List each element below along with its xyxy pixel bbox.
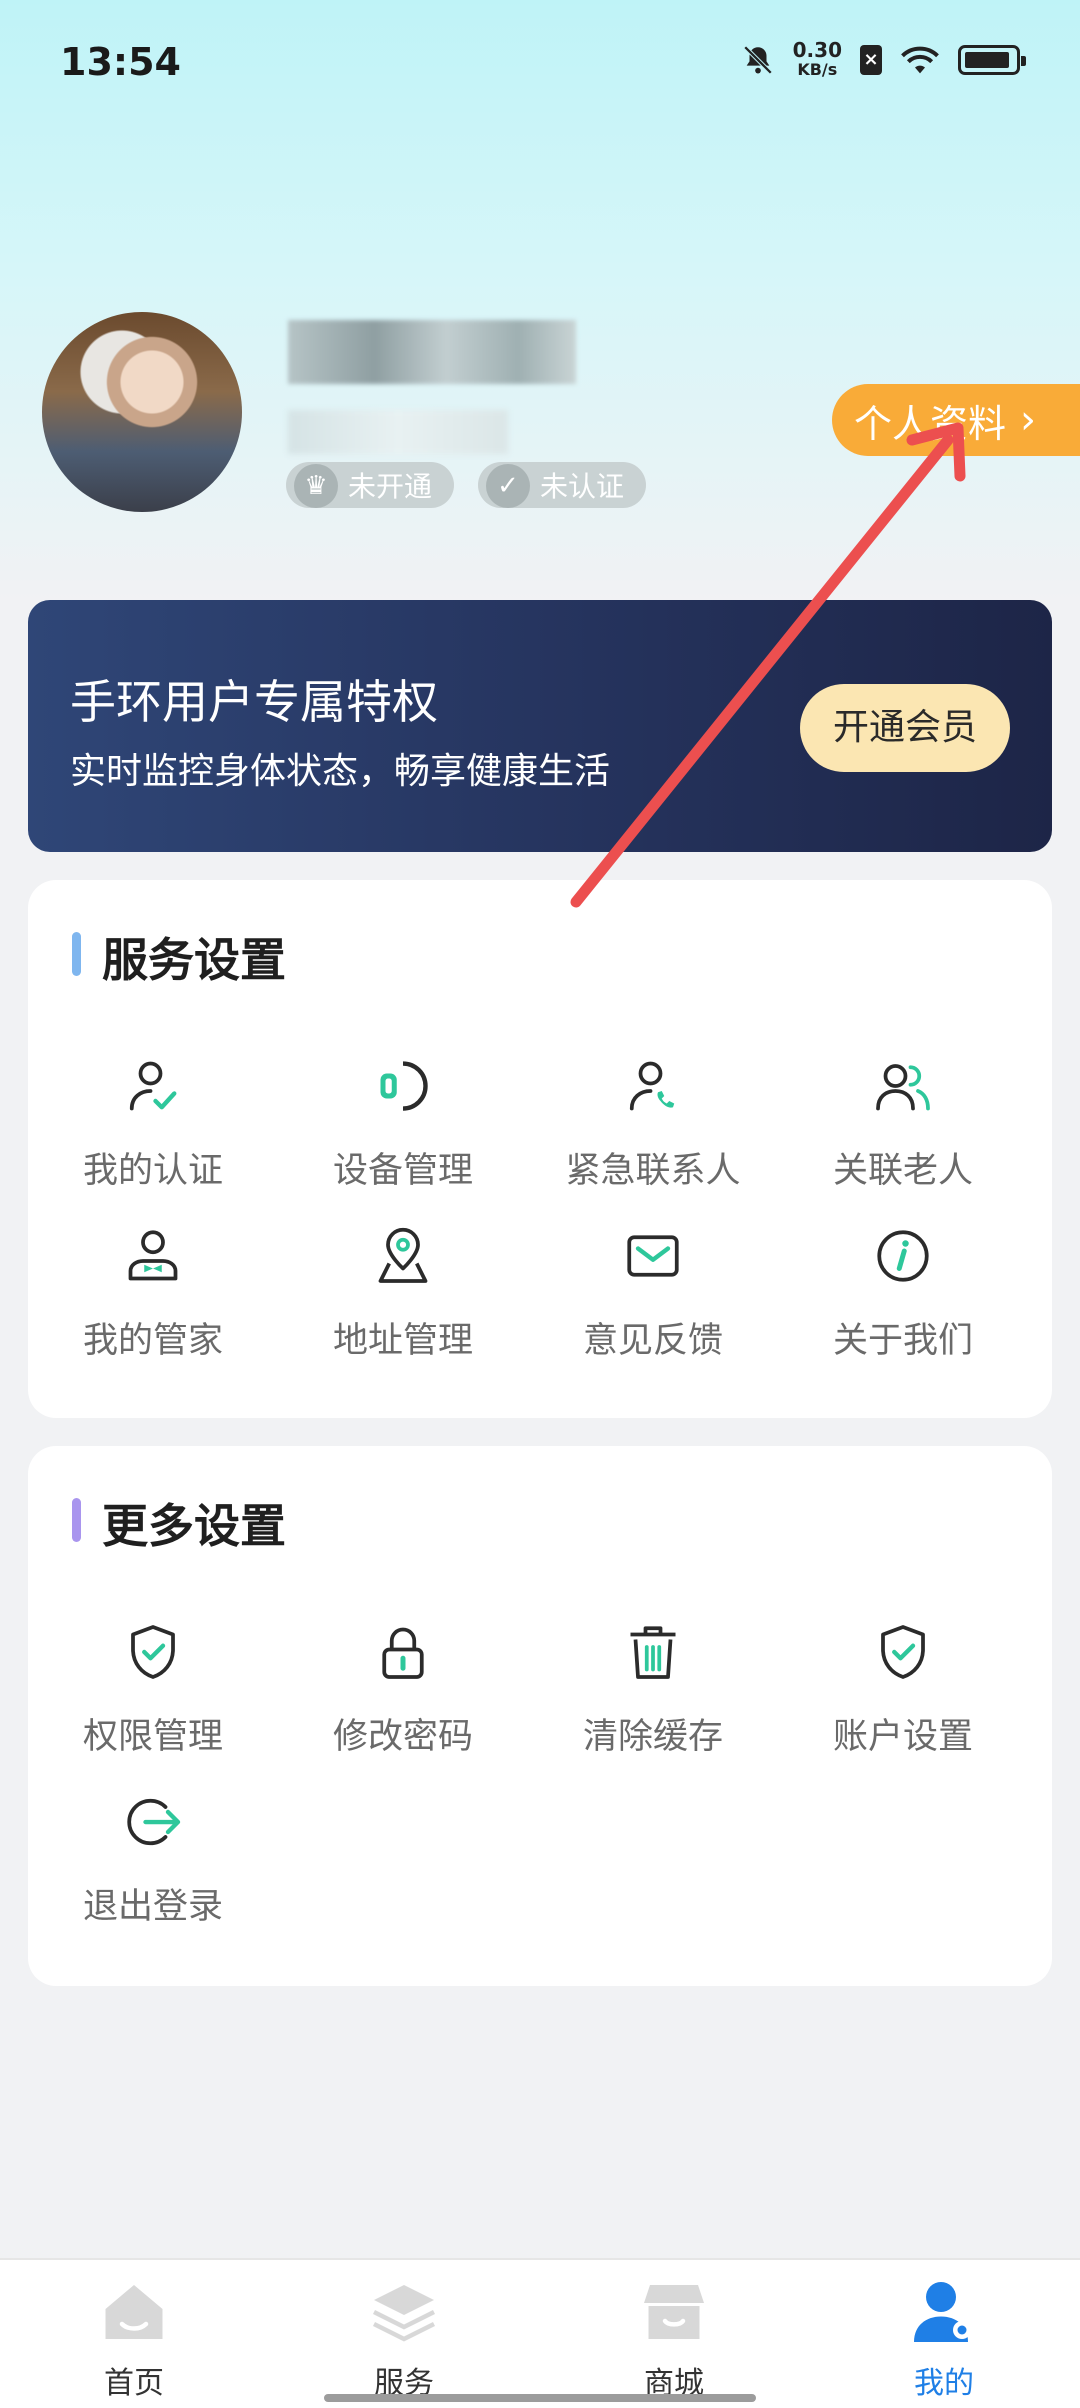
more-settings-card: 更多设置 权限管理 修改密码 清除缓存 账户设置 退出登录 — [28, 1446, 1052, 1986]
service-settings-card: 服务设置 我的认证 设备管理 紧急联系人 关联老人 我的管家 地址管理 意见反馈… — [28, 880, 1052, 1418]
grid-item-feedback[interactable]: 意见反馈 — [528, 1226, 778, 1376]
more-settings-title: 更多设置 — [102, 1499, 286, 1553]
verified-check-icon: ✓ — [486, 464, 530, 508]
grid-item-label: 修改密码 — [332, 1717, 473, 1757]
grid-item-label: 关联老人 — [832, 1151, 973, 1191]
grid-item-label: 关于我们 — [832, 1321, 973, 1361]
lock-icon — [382, 1627, 424, 1679]
no-sim-icon: × — [860, 45, 882, 75]
status-bar: 13:54 0.30 KB/s × — [0, 0, 1080, 120]
vip-status-badge[interactable]: ♛ 未开通 — [286, 462, 455, 508]
grid-item-emergency-contact[interactable]: 紧急联系人 — [528, 1056, 778, 1206]
info-icon — [877, 1230, 929, 1282]
mail-icon — [627, 1235, 679, 1277]
shield-check-icon — [131, 1625, 175, 1679]
nav-item-home[interactable]: 首页 — [34, 2276, 234, 2404]
battery-icon — [958, 45, 1026, 75]
user-id-blurred — [288, 410, 508, 454]
nav-item-store[interactable]: 商城 — [574, 2276, 774, 2404]
shield-check-icon — [881, 1625, 925, 1679]
smartwatch-icon — [380, 1061, 428, 1111]
nav-item-mine[interactable]: 我的 — [844, 2276, 1044, 2404]
grid-item-label: 我的认证 — [82, 1151, 223, 1191]
certification-status-badge[interactable]: ✓ 未认证 — [478, 462, 647, 508]
membership-banner[interactable]: 手环用户专属特权 实时监控身体状态，畅享健康生活 开通会员 — [28, 600, 1052, 852]
network-speed-unit: KB/s — [797, 60, 838, 79]
vip-status-label: 未开通 — [348, 470, 433, 503]
grid-item-address-management[interactable]: 地址管理 — [278, 1226, 528, 1376]
grid-item-my-butler[interactable]: 我的管家 — [28, 1226, 278, 1376]
grid-item-device-management[interactable]: 设备管理 — [278, 1056, 528, 1206]
grid-item-label: 清除缓存 — [582, 1717, 723, 1757]
grid-item-label: 权限管理 — [82, 1717, 223, 1757]
status-icons: 0.30 KB/s × — [741, 40, 1026, 80]
status-time: 13:54 — [60, 40, 181, 84]
grid-item-clear-cache[interactable]: 清除缓存 — [528, 1622, 778, 1772]
nav-label: 我的 — [914, 2366, 974, 2401]
chevron-right-icon: › — [1020, 397, 1037, 443]
user-phone-icon — [629, 1061, 675, 1111]
service-settings-title: 服务设置 — [102, 933, 286, 987]
users-icon — [876, 1064, 930, 1111]
logout-icon — [127, 1798, 181, 1846]
grid-item-label: 我的管家 — [82, 1321, 223, 1361]
username-blurred — [288, 320, 576, 384]
grid-item-permission-management[interactable]: 权限管理 — [28, 1622, 278, 1772]
grid-item-logout[interactable]: 退出登录 — [28, 1792, 278, 1942]
grid-item-about-us[interactable]: 关于我们 — [778, 1226, 1028, 1376]
certification-status-label: 未认证 — [540, 470, 625, 503]
grid-item-change-password[interactable]: 修改密码 — [278, 1622, 528, 1772]
layers-icon — [372, 2285, 436, 2342]
personal-profile-label: 个人资料 — [854, 401, 1007, 446]
grid-item-label: 设备管理 — [332, 1151, 473, 1191]
bottom-navigation: 首页 服务 商城 我的 — [0, 2258, 1080, 2408]
trash-icon — [630, 1626, 676, 1679]
location-pin-icon — [378, 1227, 428, 1283]
mute-bell-icon — [743, 45, 772, 75]
user-check-icon — [129, 1061, 177, 1111]
banner-subtitle: 实时监控身体状态，畅享健康生活 — [70, 751, 611, 792]
crown-icon: ♛ — [294, 464, 338, 508]
home-icon — [105, 2285, 163, 2339]
butler-icon — [128, 1230, 178, 1281]
personal-profile-button[interactable]: 个人资料 › — [832, 384, 1080, 456]
grid-item-label: 意见反馈 — [582, 1321, 723, 1361]
network-speed-value: 0.30 — [792, 38, 842, 62]
grid-item-linked-elderly[interactable]: 关联老人 — [778, 1056, 1028, 1206]
grid-item-label: 地址管理 — [332, 1321, 473, 1361]
home-indicator — [324, 2394, 756, 2402]
avatar[interactable] — [42, 312, 242, 512]
network-speed: 0.30 KB/s — [793, 40, 842, 80]
grid-item-label: 紧急联系人 — [565, 1151, 741, 1191]
grid-item-my-certification[interactable]: 我的认证 — [28, 1056, 278, 1206]
nav-label: 首页 — [104, 2366, 164, 2401]
banner-title: 手环用户专属特权 — [70, 675, 438, 729]
wifi-icon — [901, 46, 939, 74]
grid-item-label: 账户设置 — [832, 1717, 973, 1757]
grid-item-label: 退出登录 — [82, 1887, 223, 1927]
user-profile-icon — [914, 2282, 971, 2342]
grid-item-account-settings[interactable]: 账户设置 — [778, 1622, 1028, 1772]
open-membership-button[interactable]: 开通会员 — [800, 684, 1010, 772]
section-accent-bar — [72, 1498, 81, 1542]
nav-item-service[interactable]: 服务 — [304, 2276, 504, 2404]
store-icon — [644, 2285, 704, 2339]
section-accent-bar — [72, 932, 81, 976]
